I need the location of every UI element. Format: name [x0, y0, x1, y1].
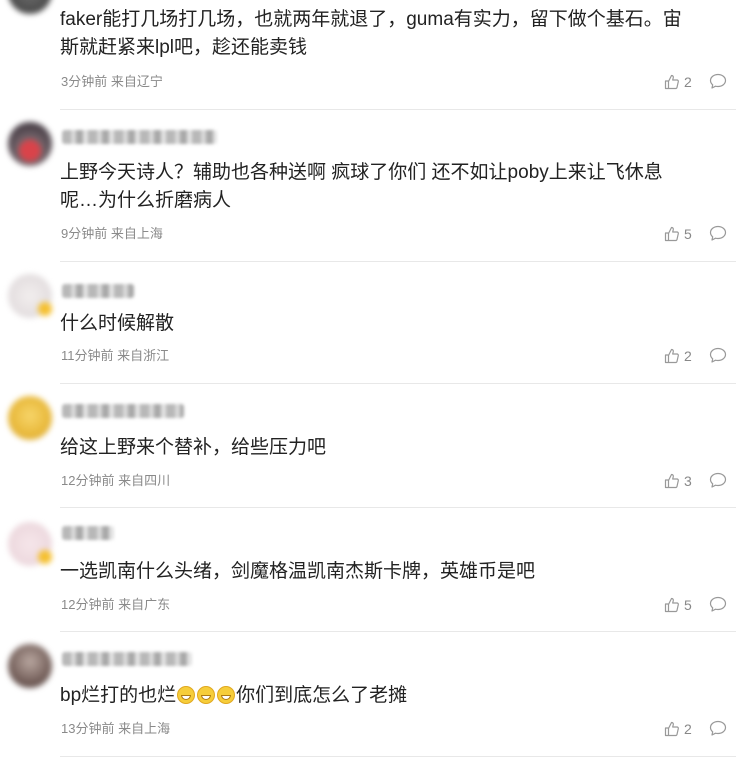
reply-button[interactable]: [709, 472, 727, 490]
like-count: 5: [684, 597, 692, 613]
comment-bubble-icon: [709, 225, 727, 246]
like-button[interactable]: 5: [664, 596, 692, 614]
comment-bubble-icon: [709, 596, 727, 617]
like-count: 2: [684, 74, 692, 90]
comment-meta: 12分钟前 来自四川: [61, 473, 170, 489]
verified-badge: [38, 550, 52, 564]
comment-text: 上野今天诗人？辅助也各种送啊 疯球了你们 还不如让poby上来让飞休息 呢…为什…: [60, 162, 663, 211]
like-count: 3: [684, 473, 692, 489]
reply-button[interactable]: [709, 596, 727, 614]
comment-item: faker能打几场打几场，也就两年就退了，guma有实力，留下做个基石。宙 斯就…: [0, 0, 751, 110]
comment-time: 11分钟前: [61, 348, 114, 363]
comment-location: 来自广东: [118, 597, 171, 612]
comment-bubble-icon: [709, 347, 727, 368]
reply-button[interactable]: [709, 720, 727, 738]
reply-button[interactable]: [709, 225, 727, 243]
reply-button[interactable]: [709, 73, 727, 91]
like-count: 2: [684, 348, 692, 364]
username[interactable]: [62, 130, 217, 144]
reply-button[interactable]: [709, 347, 727, 365]
comment-item: 一选凯南什么头绪，剑魔格温凯南杰斯卡牌，英雄币是吧 12分钟前 来自广东 5: [0, 508, 751, 632]
avatar[interactable]: [8, 644, 52, 688]
like-button[interactable]: 2: [664, 720, 692, 738]
thumbs-up-icon: [664, 348, 680, 364]
username[interactable]: [62, 526, 114, 540]
thumbs-up-icon: [664, 74, 680, 90]
comment-meta: 9分钟前 来自上海: [61, 226, 163, 242]
comment-bubble-icon: [709, 73, 727, 94]
avatar[interactable]: [8, 122, 52, 166]
comment-text: bp烂打的也烂 你们到底怎么了老摊: [60, 685, 408, 706]
verified-badge: [38, 302, 52, 316]
comment-bubble-icon: [709, 720, 727, 741]
comment-meta: 3分钟前 来自辽宁: [61, 74, 163, 90]
comment-text: 什么时候解散: [60, 313, 175, 334]
grin-emoji: [177, 686, 196, 704]
username[interactable]: [62, 404, 184, 418]
thumbs-up-icon: [664, 597, 680, 613]
comment-feed: faker能打几场打几场，也就两年就退了，guma有实力，留下做个基石。宙 斯就…: [0, 0, 751, 761]
comment-location: 来自上海: [118, 721, 171, 736]
comment-item: 给这上野来个替补，给些压力吧 12分钟前 来自四川 3: [0, 384, 751, 508]
like-button[interactable]: 2: [664, 347, 692, 365]
username[interactable]: [62, 284, 134, 298]
comment-time: 13分钟前: [61, 721, 115, 736]
comment-location: 来自上海: [110, 226, 163, 241]
avatar[interactable]: [8, 522, 52, 566]
comment-location: 来自四川: [118, 473, 171, 488]
thumbs-up-icon: [664, 721, 680, 737]
grin-emoji: [217, 686, 236, 704]
comment-location: 来自辽宁: [110, 74, 163, 89]
comment-meta: 12分钟前 来自广东: [61, 597, 170, 613]
comment-time: 12分钟前: [61, 597, 115, 612]
comment-time: 9分钟前: [61, 226, 108, 241]
username[interactable]: [62, 652, 192, 666]
comment-time: 12分钟前: [61, 473, 115, 488]
comment-item: 什么时候解散 11分钟前 来自浙江 2: [0, 262, 751, 384]
like-button[interactable]: 2: [664, 73, 692, 91]
like-button[interactable]: 3: [664, 472, 692, 490]
avatar[interactable]: [8, 0, 52, 14]
comment-time: 3分钟前: [61, 74, 108, 89]
comment-bubble-icon: [709, 472, 727, 493]
avatar[interactable]: [8, 396, 52, 440]
comment-meta: 13分钟前 来自上海: [61, 721, 170, 737]
comment-item: bp烂打的也烂 你们到底怎么了老摊 13分钟前 来自上海 2: [0, 632, 751, 761]
grin-emoji: [197, 686, 216, 704]
like-count: 2: [684, 721, 692, 737]
divider: [60, 756, 736, 757]
comment-item: 上野今天诗人？辅助也各种送啊 疯球了你们 还不如让poby上来让飞休息 呢…为什…: [0, 110, 751, 262]
thumbs-up-icon: [664, 473, 680, 489]
like-count: 5: [684, 226, 692, 242]
avatar[interactable]: [8, 274, 52, 318]
thumbs-up-icon: [664, 226, 680, 242]
like-button[interactable]: 5: [664, 225, 692, 243]
comment-text: 一选凯南什么头绪，剑魔格温凯南杰斯卡牌，英雄币是吧: [60, 561, 536, 582]
comment-text: faker能打几场打几场，也就两年就退了，guma有实力，留下做个基石。宙 斯就…: [60, 9, 682, 58]
comment-location: 来自浙江: [117, 348, 170, 363]
comment-text: 给这上野来个替补，给些压力吧: [60, 437, 327, 458]
comment-meta: 11分钟前 来自浙江: [61, 348, 169, 364]
